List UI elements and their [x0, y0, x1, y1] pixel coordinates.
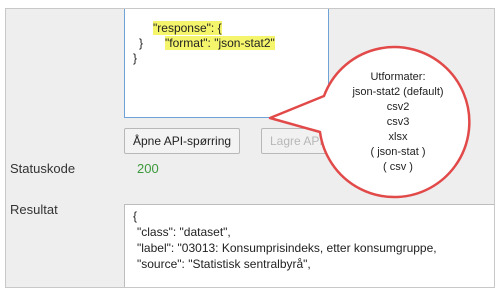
- callout-format-json-stat: ( json-stat ): [370, 146, 426, 158]
- callout-format-json-stat2: json-stat2 (default): [352, 86, 444, 98]
- format-callout-text: Utformater: json-stat2 (default) csv2 cs…: [318, 70, 478, 175]
- callout-format-csv2: csv2: [386, 101, 410, 113]
- callout-format-xlsx: xlsx: [388, 131, 408, 143]
- callout-title: Utformater:: [370, 71, 426, 83]
- callout-format-csv: ( csv ): [383, 161, 413, 173]
- callout-format-csv3: csv3: [386, 116, 410, 128]
